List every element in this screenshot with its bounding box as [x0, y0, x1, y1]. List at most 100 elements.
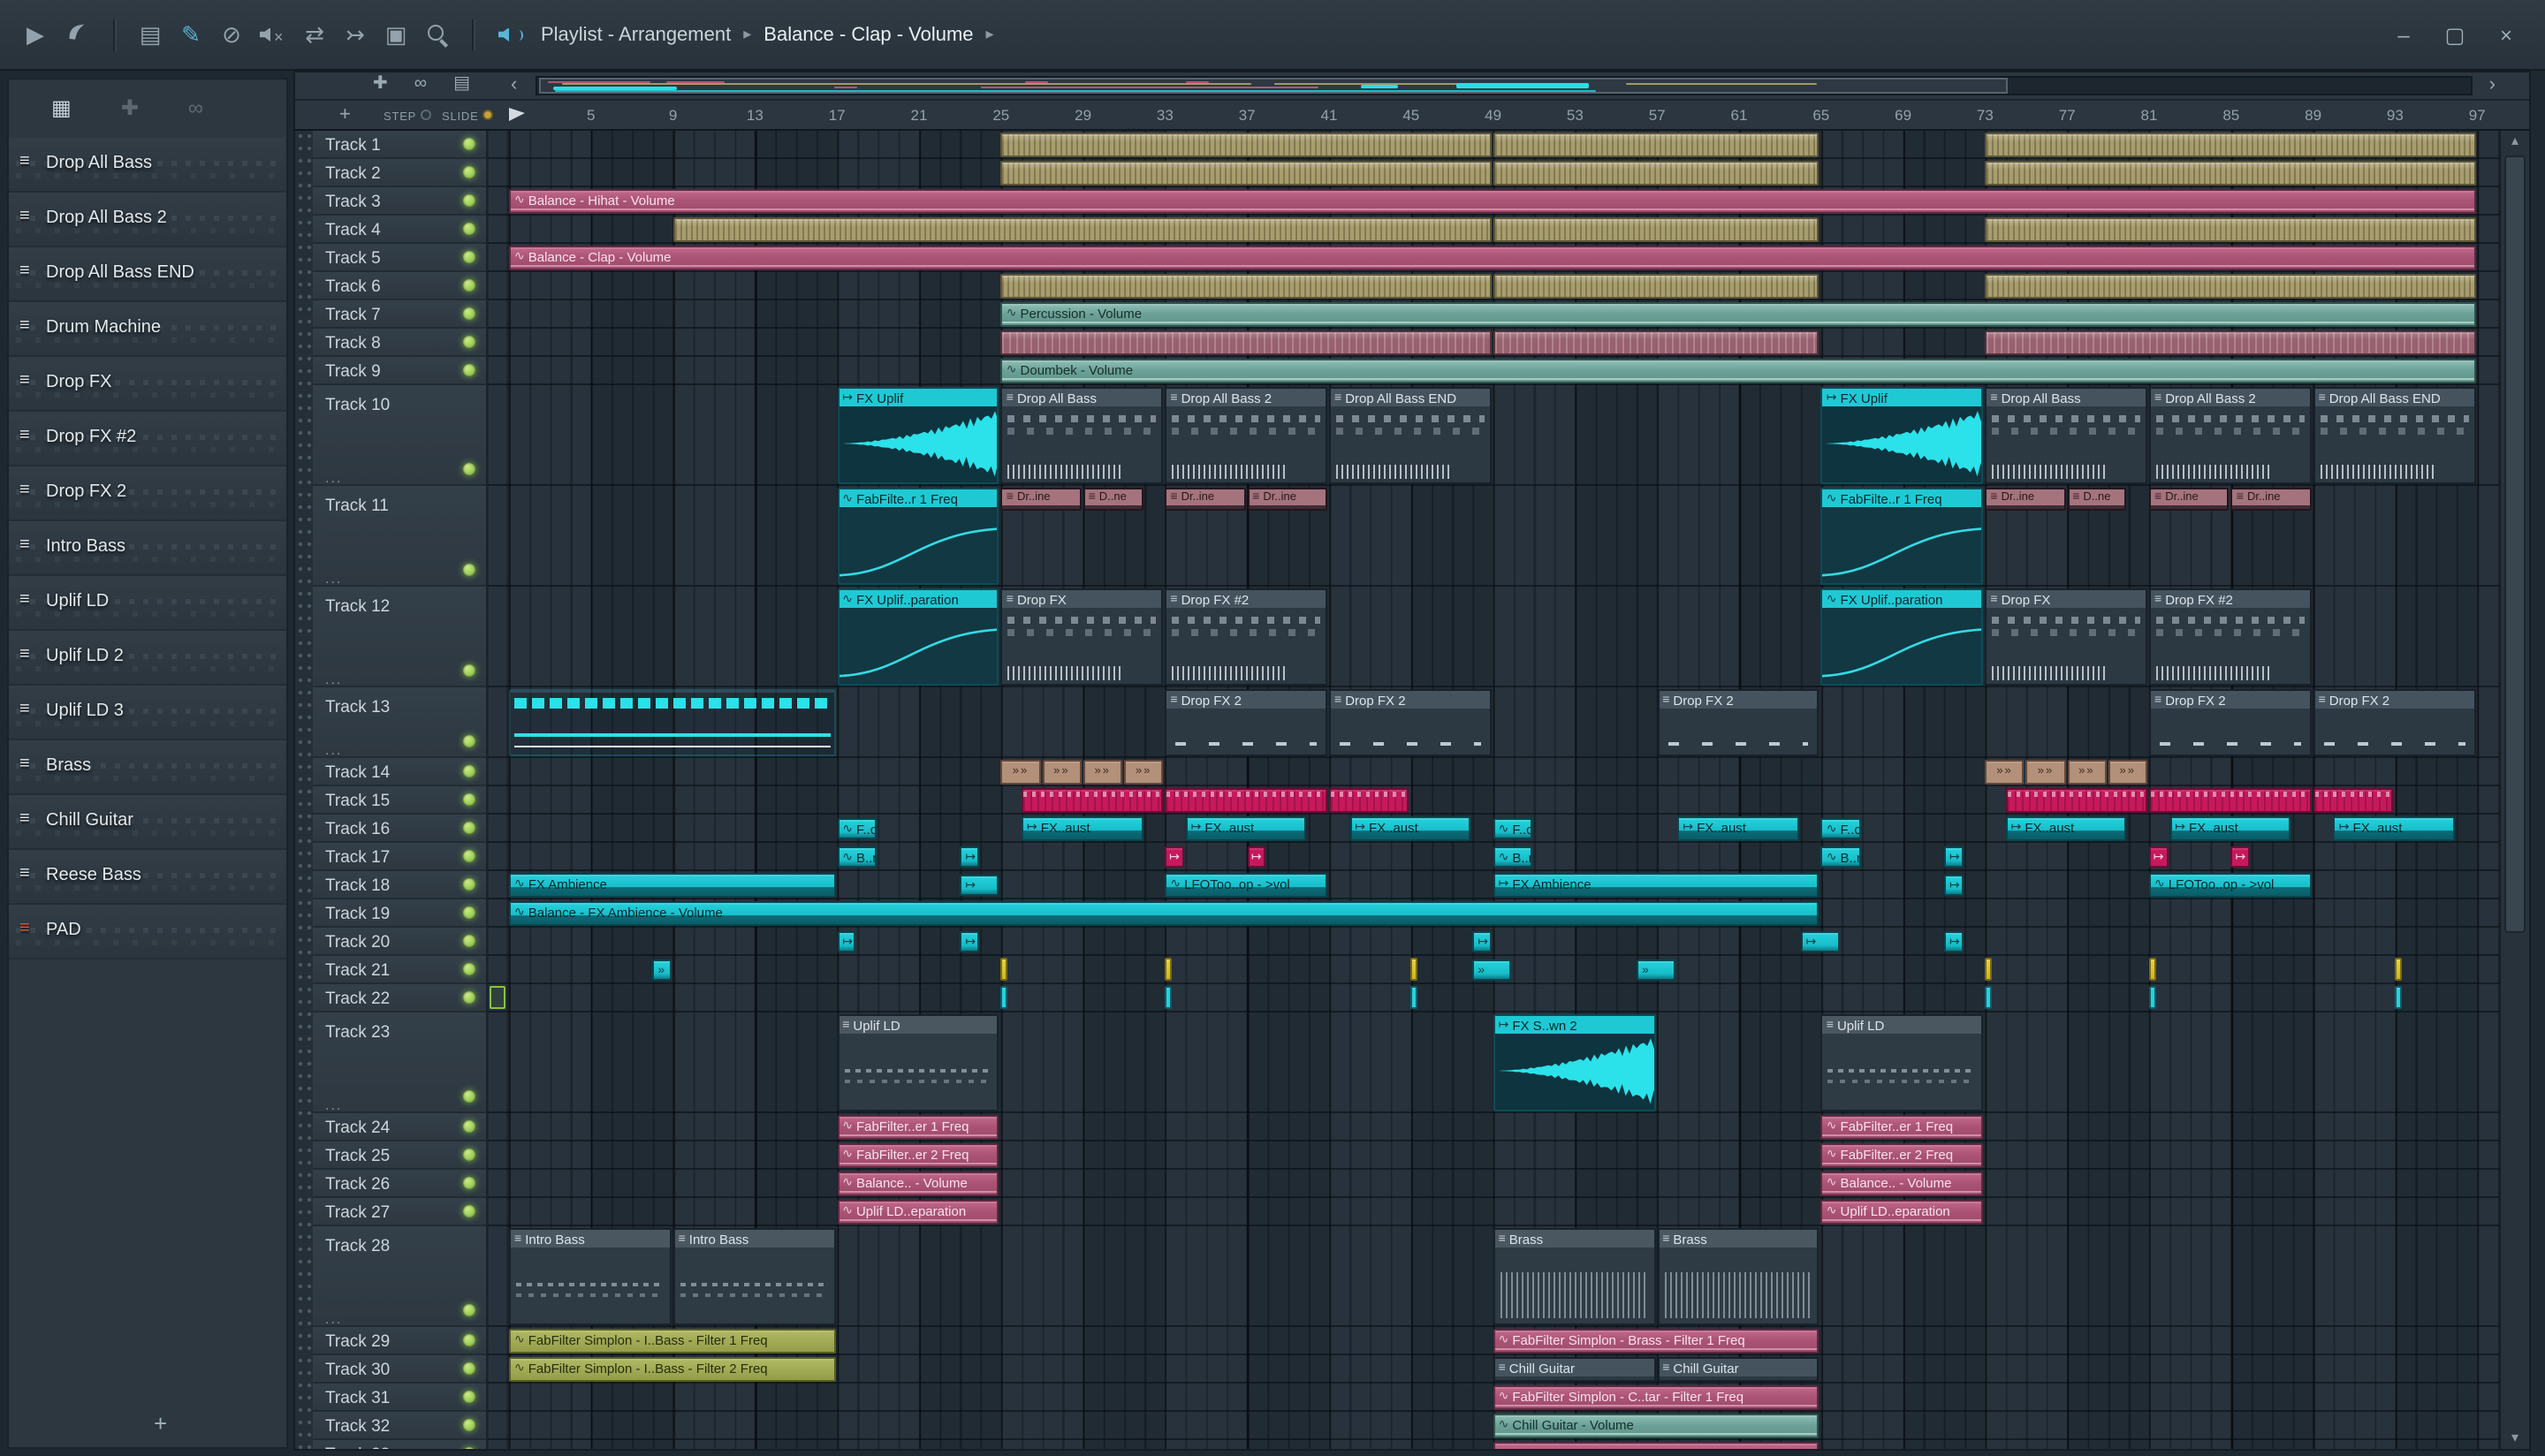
track-mute-led[interactable]	[463, 793, 475, 806]
track-header[interactable]: Track 7	[313, 300, 486, 329]
pattern-clip[interactable]: »»	[1124, 760, 1164, 785]
marker-clip[interactable]	[2395, 958, 2403, 981]
maximize-button[interactable]: ▢	[2442, 22, 2467, 47]
slide-tool-icon[interactable]: ∞	[414, 74, 427, 94]
pattern-clip[interactable]: ≡ Drop FX 2	[1165, 689, 1327, 756]
track-header[interactable]: Track 15	[313, 786, 486, 815]
pattern-clip[interactable]: ≡ Drop All Bass 2	[2149, 387, 2312, 484]
pattern-clip[interactable]	[1493, 161, 1819, 186]
pattern-clip[interactable]: ≡ Chill Guitar	[1657, 1357, 1819, 1382]
automation-clip[interactable]: ∿B..me	[837, 846, 877, 868]
automation-clip[interactable]: ∿B..me	[1493, 846, 1532, 868]
track-mute-led[interactable]	[463, 1447, 475, 1449]
pattern-clip[interactable]: ≡ Uplif LD	[837, 1014, 999, 1111]
pattern-clip[interactable]: »»	[2025, 760, 2066, 785]
typing-keyboard-icon[interactable]: ▤	[138, 21, 163, 47]
track-header[interactable]: Track 10...	[313, 385, 486, 486]
step-toggle[interactable]	[421, 110, 431, 120]
picker-item[interactable]: ≡ PAD	[9, 905, 286, 959]
pattern-clip[interactable]: ≡ Brass	[1493, 1228, 1656, 1325]
track-mute-led[interactable]	[463, 1177, 475, 1189]
track-mute-led[interactable]	[463, 138, 475, 150]
automation-clip[interactable]: ∿ Uplif LD..eparation	[837, 1200, 999, 1225]
automation-clip[interactable]: ∿ Balance.. - Volume	[837, 1172, 999, 1196]
track-header[interactable]: Track 19	[313, 899, 486, 928]
scrollbar-thumb[interactable]	[2504, 155, 2526, 933]
selection-highlight[interactable]	[490, 986, 505, 1009]
automation-clip[interactable]: ∿	[1493, 1442, 1819, 1449]
track-header[interactable]: Track 16	[313, 815, 486, 843]
add-button[interactable]: +	[339, 104, 351, 125]
automation-clip[interactable]: ↦ FX..aust	[1022, 816, 1143, 841]
marker-clip[interactable]	[2395, 986, 2403, 1009]
automation-clip[interactable]: ↦	[960, 931, 979, 952]
picker-item[interactable]: ≡ Intro Bass	[9, 521, 286, 576]
automation-clip[interactable]: ∿ FabFilter..er 2 Freq	[837, 1143, 999, 1168]
pattern-clip[interactable]: ≡ Intro Bass	[509, 1228, 672, 1325]
track-header[interactable]: Track 24	[313, 1113, 486, 1141]
pattern-clip[interactable]: »»	[1000, 760, 1041, 785]
library-grid-icon[interactable]: ▦	[51, 95, 72, 120]
automation-clip[interactable]: ∿ FabFilte..r 1 Freq	[1820, 488, 1984, 585]
track-mute-led[interactable]	[463, 935, 475, 947]
automation-clip[interactable]: ∿ FabFilter..er 1 Freq	[837, 1115, 999, 1140]
track-mute-led[interactable]	[463, 878, 475, 891]
track-header[interactable]: Track 6	[313, 272, 486, 300]
minimize-button[interactable]: –	[2391, 22, 2416, 47]
pattern-clip[interactable]: ≡ Drop All Bass 2	[1165, 387, 1327, 484]
overview-scroll-right-button[interactable]: ›	[2489, 74, 2496, 95]
pattern-clip[interactable]	[2313, 788, 2394, 813]
track-mute-led[interactable]	[463, 463, 475, 475]
automation-clip[interactable]: ∿ FabFilter Simplon - C..tar - Filter 1 F…	[1493, 1385, 1819, 1410]
pattern-clip[interactable]: ↦	[1247, 846, 1266, 868]
automation-clip[interactable]: ↦	[960, 846, 979, 868]
automation-clip[interactable]: ↦ FX..aust	[1677, 816, 1799, 841]
pattern-clip[interactable]	[1022, 788, 1164, 813]
automation-clip[interactable]: ∿ FabFilter..er 2 Freq	[1820, 1143, 1984, 1168]
picker-add-button[interactable]: +	[154, 1410, 167, 1437]
track-mute-led[interactable]	[463, 194, 475, 207]
automation-clip[interactable]: »	[652, 959, 672, 981]
picker-item[interactable]: ≡ Drop All Bass END	[9, 247, 286, 302]
track-mute-led[interactable]	[463, 364, 475, 376]
automation-clip[interactable]: »	[1637, 959, 1676, 981]
draw-mode-icon[interactable]: ✎	[179, 21, 203, 47]
pattern-clip[interactable]: ≡ Dr..ine	[1000, 488, 1082, 511]
track-header[interactable]: Track 12...	[313, 587, 486, 687]
pattern-clip[interactable]: ≡ Drop FX 2	[1329, 689, 1492, 756]
pattern-clip[interactable]: ≡ Drop All Bass	[1985, 387, 2147, 484]
scroll-down-button[interactable]: ▾	[2501, 1428, 2529, 1449]
pattern-clip[interactable]: ↦	[1165, 846, 1184, 868]
pan-tool-icon[interactable]: ✚	[373, 74, 388, 94]
pattern-clip[interactable]: ≡ Drop All Bass END	[2313, 387, 2476, 484]
pattern-clip[interactable]: ≡ Uplif LD	[1820, 1014, 1984, 1111]
close-button[interactable]: ×	[2494, 22, 2518, 47]
pattern-clip[interactable]: ≡ Drop All Bass	[1000, 387, 1164, 484]
magnifier-icon[interactable]	[424, 24, 449, 45]
pattern-clip[interactable]	[1985, 133, 2476, 157]
pattern-clip[interactable]: »»	[2108, 760, 2147, 785]
automation-clip[interactable]: ∿ FX Uplif..paration	[1820, 588, 1984, 686]
pattern-clip[interactable]	[1493, 274, 1819, 299]
pattern-clip[interactable]	[509, 689, 836, 756]
automation-clip[interactable]: ∿ FabFilter..er 1 Freq	[1820, 1115, 1984, 1140]
track-header[interactable]: Track 8	[313, 329, 486, 357]
automation-clip[interactable]: »	[1472, 959, 1512, 981]
track-mute-led[interactable]	[463, 251, 475, 263]
timeline-ruler[interactable]: 5 9 13 17 21 25 29 33 37 41 45 49 53 57 61 65 69 73 77 81 85…	[488, 101, 2499, 129]
automation-clip[interactable]: ↦	[1944, 931, 1964, 952]
track-header[interactable]: Track 30	[313, 1355, 486, 1384]
track-mute-led[interactable]	[463, 223, 475, 235]
automation-clip[interactable]: ↦	[1944, 846, 1964, 868]
marker-clip[interactable]	[2149, 958, 2156, 981]
track-header[interactable]: Track 32	[313, 1412, 486, 1440]
automation-clip[interactable]: ↦ FX..aust	[2005, 816, 2127, 841]
pattern-clip[interactable]	[2005, 788, 2147, 813]
picker-item[interactable]: ≡ Uplif LD 2	[9, 631, 286, 686]
pattern-clip[interactable]: ≡ Dr..ine	[1985, 488, 2066, 511]
pattern-clip[interactable]: ≡ Dr..ine	[1165, 488, 1246, 511]
track-mute-led[interactable]	[463, 307, 475, 320]
pattern-clip[interactable]: »»	[1083, 760, 1122, 785]
automation-clip[interactable]: ↦ FX..aust	[2333, 816, 2455, 841]
automation-clip[interactable]: ∿ Balance - FX Ambience - Volume	[509, 901, 1819, 926]
